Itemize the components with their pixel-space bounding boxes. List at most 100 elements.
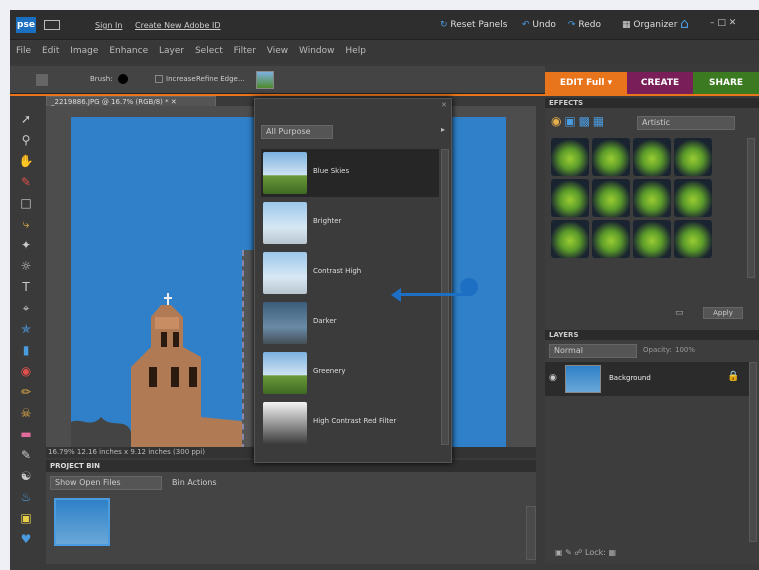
home-icon[interactable]: ⌂ [680, 16, 689, 32]
move-tool-icon[interactable]: ➚ [16, 111, 36, 127]
menu-filter[interactable]: Filter [234, 46, 256, 56]
marquee-tool-icon[interactable]: □ [16, 195, 36, 211]
blend-mode-select[interactable]: Normal [549, 344, 637, 358]
refine-edge-button[interactable]: Refine Edge... [196, 75, 245, 83]
effect-thumb[interactable] [591, 138, 630, 176]
effect-thumb[interactable] [551, 138, 589, 176]
organizer-label: Organizer [633, 20, 678, 30]
pse-logo: pse [16, 17, 36, 33]
eyedropper-tool-icon[interactable]: ✎ [16, 174, 36, 190]
sign-in-link[interactable]: Sign In [95, 21, 122, 30]
effect-thumb[interactable] [551, 179, 589, 217]
effect-thumb[interactable] [673, 138, 712, 176]
smart-brush-preset-picker: ✕ All Purpose ▸ Blue Skies Brighter Cont… [254, 98, 452, 463]
healing-brush-icon[interactable]: ✏ [16, 384, 36, 400]
effect-thumb[interactable] [632, 179, 671, 217]
new-layer-icon[interactable]: ▣ [555, 548, 563, 557]
layer-row[interactable]: ◉ Background 🔒 [545, 362, 749, 396]
picker-menu-icon[interactable]: ▸ [441, 125, 445, 134]
show-open-files-select[interactable]: Show Open Files [50, 476, 162, 490]
window-controls[interactable]: – □ ✕ [710, 18, 736, 28]
smart-brush-preset-thumb[interactable] [256, 71, 274, 89]
menu-help[interactable]: Help [345, 46, 366, 56]
preset-darker[interactable]: Darker [261, 299, 439, 347]
photo-effects-icon[interactable]: ▩ [579, 114, 590, 128]
menu-layer[interactable]: Layer [159, 46, 184, 56]
smart-brush-icon[interactable]: ☯ [16, 468, 36, 484]
effects-category-select[interactable]: Artistic [637, 116, 735, 130]
hand-tool-icon[interactable]: ✋ [16, 153, 36, 169]
preset-scrollbar[interactable] [441, 149, 449, 445]
effect-thumb[interactable] [591, 220, 630, 258]
preset-blue-skies[interactable]: Blue Skies [261, 149, 439, 197]
straighten-tool-icon[interactable]: ▮ [16, 342, 36, 358]
tab-share[interactable]: SHARE [693, 72, 759, 94]
effect-thumb[interactable] [591, 179, 630, 217]
quick-selection-tool-icon[interactable]: ✦ [16, 237, 36, 253]
red-eye-removal-icon[interactable]: ◉ [16, 363, 36, 379]
bin-scrollbar[interactable] [526, 506, 536, 560]
menu-select[interactable]: Select [195, 46, 223, 56]
effect-thumb[interactable] [551, 220, 589, 258]
cookie-cutter-tool-icon[interactable]: ✯ [16, 321, 36, 337]
bin-thumbnail[interactable] [54, 498, 110, 546]
apply-button[interactable]: Apply [703, 307, 743, 319]
menu-image[interactable]: Image [70, 46, 98, 56]
effects-scrollbar[interactable] [747, 138, 755, 278]
red-eye-tool-icon[interactable]: ☼ [16, 258, 36, 274]
brush-size-icon[interactable] [118, 74, 128, 84]
effect-thumb[interactable] [632, 220, 671, 258]
type-tool-icon[interactable]: T [16, 279, 36, 295]
custom-shape-icon[interactable]: ♥ [16, 531, 36, 547]
effect-thumb[interactable] [673, 220, 712, 258]
layers-scrollbar[interactable] [749, 362, 757, 542]
gradient-tool-icon[interactable]: ▣ [16, 510, 36, 526]
preset-greenery[interactable]: Greenery [261, 349, 439, 397]
brush-tool-icon[interactable]: ✎ [16, 447, 36, 463]
crop-tool-icon[interactable]: ⌖ [16, 300, 36, 316]
tab-edit[interactable]: EDIT Full ▾ [545, 72, 627, 94]
workspace-menu-icon[interactable] [44, 20, 60, 30]
clone-stamp-icon[interactable]: ☠ [16, 405, 36, 421]
menu-window[interactable]: Window [299, 46, 335, 56]
create-id-link[interactable]: Create New Adobe ID [135, 21, 220, 30]
reset-icon: ↻ [440, 20, 448, 30]
picker-close-icon[interactable]: ✕ [441, 101, 447, 109]
eraser-tool-icon[interactable]: ▬ [16, 426, 36, 442]
organizer-button[interactable]: ▦ Organizer [622, 20, 677, 30]
tab-create[interactable]: CREATE [627, 72, 693, 94]
preset-contrast-high[interactable]: Contrast High [261, 249, 439, 297]
bin-actions-menu[interactable]: Bin Actions [172, 478, 217, 487]
opacity-value[interactable]: 100% [675, 346, 695, 354]
redo-button[interactable]: ↷ Redo [568, 20, 601, 30]
reset-panels-button[interactable]: ↻ Reset Panels [440, 20, 507, 30]
increase-checkbox[interactable] [155, 75, 163, 83]
visibility-eye-icon[interactable]: ◉ [549, 373, 557, 383]
opacity-label: Opacity: [643, 346, 672, 354]
zoom-tool-icon[interactable]: ⚲ [16, 132, 36, 148]
lock-label: Lock: [585, 548, 606, 557]
lock-all-icon[interactable]: ▦ [609, 548, 617, 557]
lasso-tool-icon[interactable]: ⤷ [16, 216, 36, 232]
trash-icon[interactable]: ▭ [675, 308, 684, 318]
quick-select-icon[interactable] [36, 74, 48, 86]
undo-button[interactable]: ↶ Undo [522, 20, 556, 30]
layer-styles-icon[interactable]: ▣ [564, 114, 575, 128]
filters-icon[interactable]: ◉ [551, 114, 561, 128]
preset-high-contrast-red-filter[interactable]: High Contrast Red Filter [261, 399, 439, 447]
menu-enhance[interactable]: Enhance [109, 46, 148, 56]
preset-thumb [263, 402, 307, 444]
preset-category-select[interactable]: All Purpose [261, 125, 333, 139]
preset-brighter[interactable]: Brighter [261, 199, 439, 247]
all-effects-icon[interactable]: ▦ [593, 114, 604, 128]
effect-thumb[interactable] [673, 179, 712, 217]
menu-edit[interactable]: Edit [42, 46, 59, 56]
effect-thumb[interactable] [632, 138, 671, 176]
paint-bucket-icon[interactable]: ♨ [16, 489, 36, 505]
menu-view[interactable]: View [267, 46, 288, 56]
menu-file[interactable]: File [16, 46, 31, 56]
brush-label: Brush: [90, 75, 113, 83]
brush-layer-icon[interactable]: ✎ [565, 548, 572, 557]
link-icon[interactable]: ☍ [574, 548, 582, 557]
close-tab-icon[interactable]: ✕ [171, 98, 177, 106]
